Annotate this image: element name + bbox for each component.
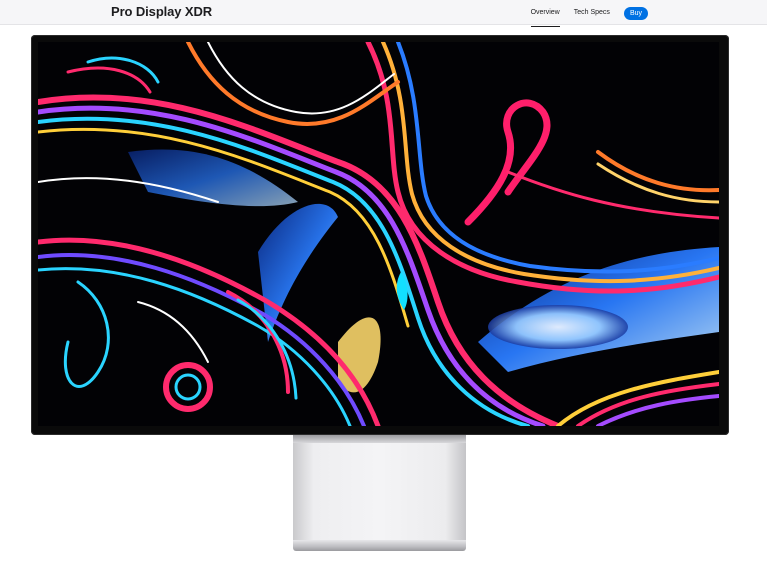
- display-wallpaper: [38, 42, 719, 426]
- monitor-stand: [293, 435, 466, 541]
- nav-link-tech-specs[interactable]: Tech Specs: [574, 7, 610, 19]
- nav-link-overview[interactable]: Overview: [530, 7, 560, 27]
- buy-button[interactable]: Buy: [623, 6, 648, 20]
- product-nav-links: Overview Tech Specs Buy: [530, 5, 648, 27]
- pro-display-monitor-image: [31, 35, 729, 435]
- product-nav: Pro Display XDR Overview Tech Specs Buy: [0, 0, 767, 27]
- monitor-stand-base: [293, 540, 466, 551]
- product-title[interactable]: Pro Display XDR: [111, 4, 212, 19]
- product-page: Pro Display XDR Overview Tech Specs Buy: [0, 0, 767, 563]
